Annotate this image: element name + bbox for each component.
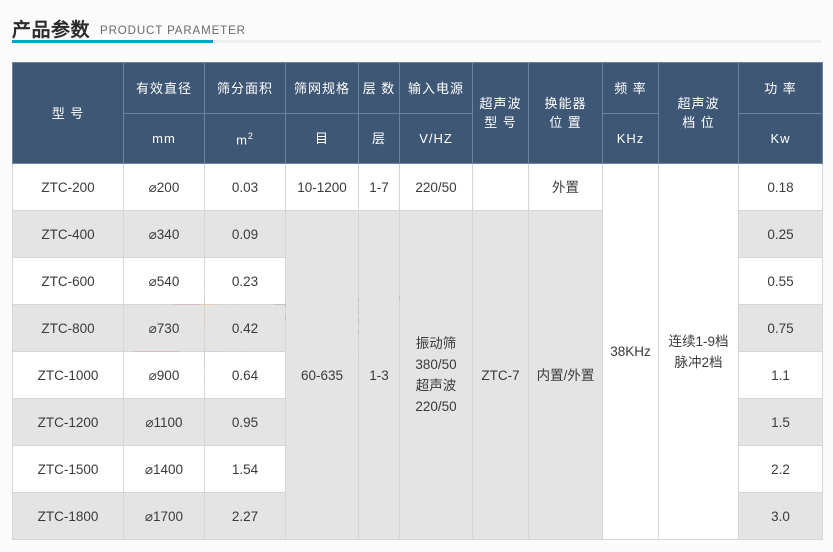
cell-power: 0.75 [739, 305, 823, 352]
header-row-primary: 型 号 有效直径 筛分面积 筛网规格 层 数 输入电源 超声波 型 号 换能器 … [13, 63, 823, 114]
cell-screen-area: 1.54 [205, 446, 286, 493]
cell-layers-merged: 1-3 [359, 211, 400, 540]
cell-mesh-spec: 10-1200 [286, 164, 359, 211]
col-header-transducer-pos-l2: 位 置 [549, 115, 582, 130]
cell-input-power-merged: 振动筛 380/50 超声波 220/50 [400, 211, 473, 540]
cell-ultrasonic-gear-merged: 连续1-9档 脉冲2档 [659, 164, 739, 540]
cell-diameter: ⌀200 [124, 164, 205, 211]
col-header-transducer-pos: 换能器 位 置 [529, 63, 603, 164]
product-spec-table: 型 号 有效直径 筛分面积 筛网规格 层 数 输入电源 超声波 型 号 换能器 … [12, 62, 823, 540]
page-title-cn: 产品参数 [12, 19, 90, 42]
spec-table-container: 振泰机械 ZHENTAIJIXIE 型 号 有效直径 筛分面积 筛网规格 层 数… [12, 62, 822, 540]
unit-header-mesh-spec: 目 [286, 114, 359, 164]
cell-mesh-spec-merged: 60-635 [286, 211, 359, 540]
col-header-mesh-spec: 筛网规格 [286, 63, 359, 114]
unit-superscript: 2 [248, 131, 254, 141]
col-header-diameter: 有效直径 [124, 63, 205, 114]
cell-model: ZTC-1200 [13, 399, 124, 446]
cell-diameter: ⌀900 [124, 352, 205, 399]
unit-header-frequency: KHz [603, 114, 659, 164]
cell-diameter: ⌀1400 [124, 446, 205, 493]
col-header-frequency: 频 率 [603, 63, 659, 114]
page-title-en: PRODUCT PARAMETER [100, 22, 246, 42]
col-header-screen-area: 筛分面积 [205, 63, 286, 114]
cell-transducer-pos: 外置 [529, 164, 603, 211]
input-power-line-4: 220/50 [403, 396, 469, 417]
cell-diameter: ⌀340 [124, 211, 205, 258]
cell-frequency-merged: 38KHz [603, 164, 659, 540]
cell-model: ZTC-1000 [13, 352, 124, 399]
input-power-line-1: 振动筛 [403, 333, 469, 354]
col-header-model: 型 号 [13, 63, 124, 164]
cell-ultrasonic-model-merged: ZTC-7 [473, 211, 529, 540]
unit-header-diameter: mm [124, 114, 205, 164]
col-header-ultrasonic-gear-l1: 超声波 [677, 96, 719, 111]
col-header-ultrasonic-model-l2: 型 号 [484, 115, 517, 130]
cell-screen-area: 0.03 [205, 164, 286, 211]
col-header-ultrasonic-gear-l2: 档 位 [682, 115, 715, 130]
gear-line-2: 脉冲2档 [662, 352, 735, 373]
cell-model: ZTC-1800 [13, 493, 124, 540]
cell-screen-area: 0.23 [205, 258, 286, 305]
cell-input-power: 220/50 [400, 164, 473, 211]
unit-header-power: Kw [739, 114, 823, 164]
gear-line-1: 连续1-9档 [662, 331, 735, 352]
cell-model: ZTC-1500 [13, 446, 124, 493]
cell-screen-area: 0.95 [205, 399, 286, 446]
cell-power: 0.25 [739, 211, 823, 258]
cell-screen-area: 0.09 [205, 211, 286, 258]
table-row: ZTC-200 ⌀200 0.03 10-1200 1-7 220/50 外置 … [13, 164, 823, 211]
cell-screen-area: 2.27 [205, 493, 286, 540]
cell-power: 1.5 [739, 399, 823, 446]
input-power-line-3: 超声波 [403, 375, 469, 396]
cell-diameter: ⌀540 [124, 258, 205, 305]
col-header-ultrasonic-model-l1: 超声波 [479, 96, 521, 111]
cell-model: ZTC-800 [13, 305, 124, 352]
col-header-power: 功 率 [739, 63, 823, 114]
cell-model: ZTC-400 [13, 211, 124, 258]
table-body: ZTC-200 ⌀200 0.03 10-1200 1-7 220/50 外置 … [13, 164, 823, 540]
cell-diameter: ⌀730 [124, 305, 205, 352]
cell-diameter: ⌀1700 [124, 493, 205, 540]
page-header: 产品参数 PRODUCT PARAMETER [12, 8, 821, 42]
input-power-line-2: 380/50 [403, 354, 469, 375]
unit-header-layers: 层 [359, 114, 400, 164]
table-head: 型 号 有效直径 筛分面积 筛网规格 层 数 输入电源 超声波 型 号 换能器 … [13, 63, 823, 164]
cell-power: 2.2 [739, 446, 823, 493]
cell-diameter: ⌀1100 [124, 399, 205, 446]
cell-screen-area: 0.64 [205, 352, 286, 399]
cell-screen-area: 0.42 [205, 305, 286, 352]
header-rule-accent [12, 40, 213, 43]
cell-power: 0.18 [739, 164, 823, 211]
cell-ultrasonic-model [473, 164, 529, 211]
cell-power: 1.1 [739, 352, 823, 399]
col-header-ultrasonic-model: 超声波 型 号 [473, 63, 529, 164]
cell-transducer-pos-merged: 内置/外置 [529, 211, 603, 540]
cell-power: 0.55 [739, 258, 823, 305]
cell-layers: 1-7 [359, 164, 400, 211]
col-header-transducer-pos-l1: 换能器 [544, 96, 586, 111]
col-header-layers: 层 数 [359, 63, 400, 114]
product-parameter-page: 产品参数 PRODUCT PARAMETER 振泰机械 ZHENTAIJIXIE [0, 0, 833, 552]
cell-model: ZTC-600 [13, 258, 124, 305]
col-header-ultrasonic-gear: 超声波 档 位 [659, 63, 739, 164]
unit-header-input-power: V/HZ [400, 114, 473, 164]
col-header-input-power: 输入电源 [400, 63, 473, 114]
unit-header-screen-area: m2 [205, 114, 286, 164]
cell-power: 3.0 [739, 493, 823, 540]
cell-model: ZTC-200 [13, 164, 124, 211]
